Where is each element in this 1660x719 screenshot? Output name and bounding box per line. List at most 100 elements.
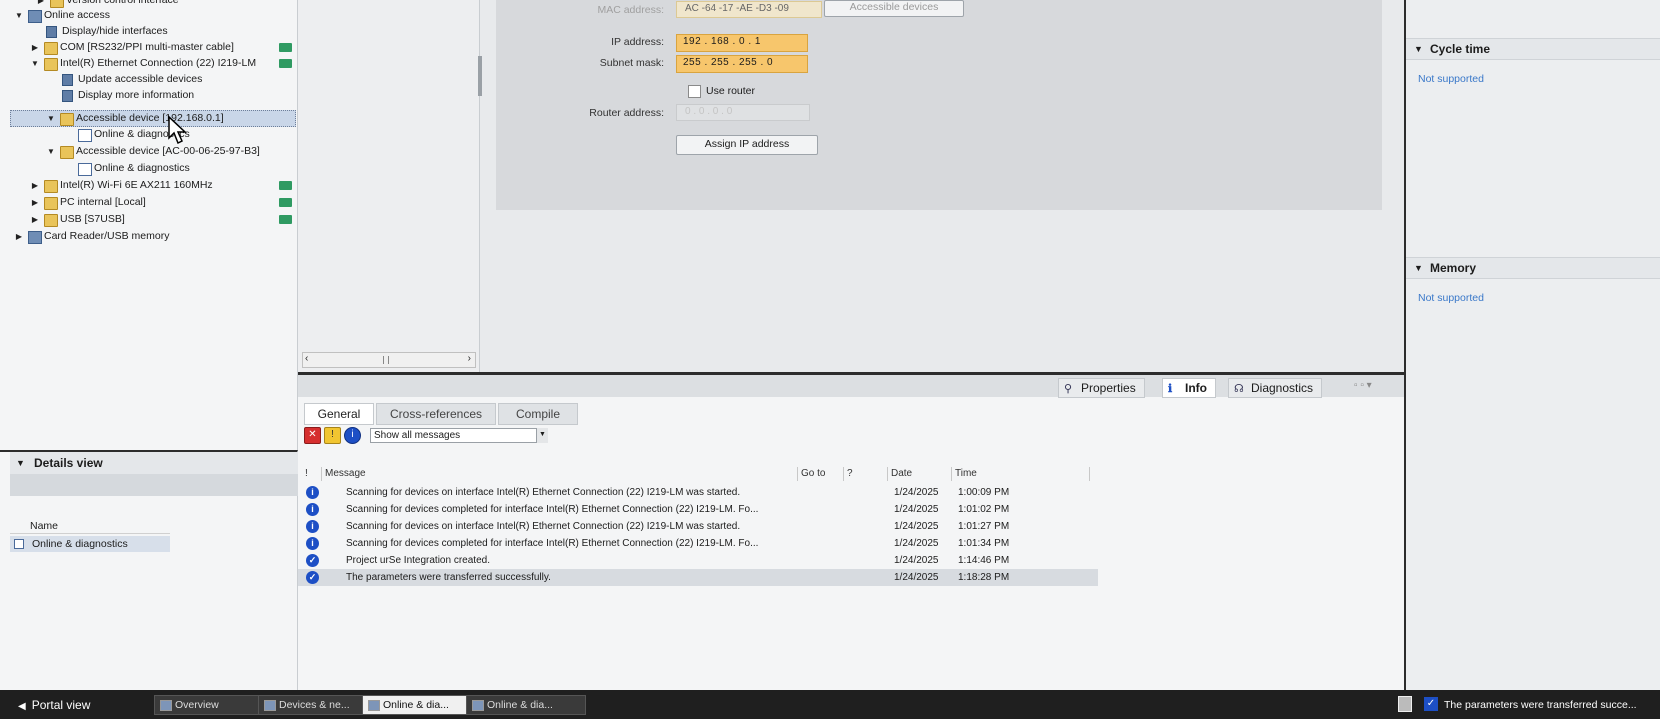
collapse-arrow-icon[interactable]: ▼: [1414, 258, 1423, 278]
use-router-checkbox[interactable]: [688, 85, 701, 98]
scroll-right-icon[interactable]: ›: [468, 353, 471, 364]
tab-properties[interactable]: ⚲ Properties: [1058, 378, 1145, 398]
network-status-icon: [279, 215, 292, 224]
tree-item-label: Online access: [44, 9, 110, 21]
memory-header[interactable]: ▼ Memory: [1406, 257, 1660, 279]
expand-arrow-icon[interactable]: ▶: [30, 211, 40, 228]
info-filter-icon[interactable]: i: [344, 427, 361, 444]
scroll-left-icon[interactable]: ‹: [305, 353, 308, 364]
message-time: 1:01:27 PM: [958, 521, 1010, 532]
overview-icon: [160, 700, 172, 711]
tree-item-wifi-interface[interactable]: ▶ Intel(R) Wi-Fi 6E AX211 160MHz: [30, 177, 296, 194]
taskbar-tab-overview[interactable]: Overview: [154, 695, 274, 715]
router-address-label: Router address:: [589, 107, 664, 119]
column-time[interactable]: Time: [952, 467, 1090, 481]
tab-label: Info: [1185, 381, 1207, 395]
collapse-arrow-icon[interactable]: ▼: [16, 452, 25, 474]
tree-item-online-access[interactable]: ▼ Online access: [14, 7, 294, 24]
diagnostics-icon: [78, 129, 92, 142]
splitter-handle[interactable]: [478, 56, 482, 96]
message-text: Scanning for devices on interface Intel(…: [346, 521, 741, 532]
tree-item-label: USB [S7USB]: [60, 213, 125, 225]
taskbar-tab-label: Online & dia...: [383, 699, 449, 711]
info-icon: i: [306, 537, 319, 550]
message-date: 1/24/2025: [894, 487, 939, 498]
document-icon[interactable]: [1398, 696, 1412, 712]
diagnostics-icon: [14, 539, 24, 549]
tab-info[interactable]: ℹ Info: [1162, 378, 1216, 398]
collapse-arrow-icon[interactable]: ▼: [46, 110, 56, 127]
subnet-mask-label: Subnet mask:: [599, 57, 664, 69]
chevron-down-icon[interactable]: ▼: [536, 428, 548, 443]
taskbar-tab-online-diagnostics-2[interactable]: Online & dia...: [466, 695, 586, 715]
assign-ip-address-button[interactable]: Assign IP address: [676, 135, 818, 155]
message-time: 1:14:46 PM: [958, 555, 1010, 566]
tab-diagnostics[interactable]: ☊ Diagnostics: [1228, 378, 1323, 398]
details-view: ▼ Details view Name Online & diagnostics: [0, 450, 298, 690]
network-status-icon: [279, 43, 292, 52]
devices-icon: [264, 700, 276, 711]
window-controls-icon[interactable]: ▫ ▫ ▾: [1354, 380, 1372, 391]
info-devices-icon: [62, 90, 73, 102]
checkmark-icon: ✓: [306, 571, 319, 584]
column-status[interactable]: !: [302, 467, 322, 481]
message-row[interactable]: ✓ Project urSe Integration created. 1/24…: [298, 552, 1098, 569]
details-view-title: Details view: [34, 456, 103, 470]
status-message[interactable]: The parameters were transferred succe...: [1444, 696, 1637, 714]
tree-item-display-more-information[interactable]: Display more information: [62, 87, 282, 104]
taskbar-tab-online-diagnostics-1[interactable]: Online & dia...: [362, 695, 482, 715]
tree-item-pc-internal[interactable]: ▶ PC internal [Local]: [30, 194, 296, 211]
details-column-name[interactable]: Name: [10, 518, 170, 534]
tree-item-accessible-device-2[interactable]: ▼ Accessible device [AC-00-06-25-97-B3]: [46, 143, 286, 160]
scroll-thumb[interactable]: [383, 356, 389, 364]
column-date[interactable]: Date: [888, 467, 952, 481]
column-goto[interactable]: Go to: [798, 467, 844, 481]
tree-item-com-interface[interactable]: ▶ COM [RS232/PPI multi-master cable]: [30, 39, 296, 56]
details-view-header[interactable]: ▼ Details view: [10, 452, 298, 474]
details-row-label: Online & diagnostics: [32, 538, 128, 550]
message-date: 1/24/2025: [894, 538, 939, 549]
message-filter-select[interactable]: Show all messages: [370, 428, 548, 443]
tree-item-label: PC internal [Local]: [60, 196, 146, 208]
accessible-devices-button[interactable]: Accessible devices: [824, 0, 964, 17]
tree-item-card-reader[interactable]: ▶ Card Reader/USB memory: [14, 228, 294, 245]
expand-arrow-icon[interactable]: ▶: [30, 39, 40, 56]
collapse-arrow-icon[interactable]: ▼: [46, 143, 56, 160]
horizontal-scrollbar[interactable]: ‹ ›: [302, 352, 476, 368]
collapse-arrow-icon[interactable]: ▼: [1414, 39, 1423, 59]
collapse-arrow-icon[interactable]: ▼: [14, 7, 24, 24]
expand-arrow-icon[interactable]: ▶: [30, 177, 40, 194]
message-row[interactable]: ✓ The parameters were transferred succes…: [298, 569, 1098, 586]
tree-item-usb[interactable]: ▶ USB [S7USB]: [30, 211, 296, 228]
warning-filter-icon[interactable]: !: [324, 427, 341, 444]
expand-arrow-icon[interactable]: ▶: [14, 228, 24, 245]
tree-item-ethernet-interface[interactable]: ▼ Intel(R) Ethernet Connection (22) I219…: [30, 55, 296, 72]
network-status-icon: [279, 181, 292, 190]
subtab-general[interactable]: General: [304, 403, 374, 425]
cycle-time-title: Cycle time: [1430, 42, 1491, 56]
expand-arrow-icon[interactable]: ▶: [30, 194, 40, 211]
portal-view-button[interactable]: ◀ Portal view: [18, 696, 90, 714]
taskbar-tab-devices[interactable]: Devices & ne...: [258, 695, 378, 715]
tree-item-accessible-device-1[interactable]: ▼ Accessible device [192.168.0.1]: [46, 110, 286, 127]
tree-item-update-accessible-devices[interactable]: Update accessible devices: [62, 71, 282, 88]
folder-icon: [60, 113, 74, 126]
column-message[interactable]: Message: [322, 467, 798, 481]
tree-item-online-diagnostics-2[interactable]: Online & diagnostics: [78, 160, 278, 177]
cycle-time-header[interactable]: ▼ Cycle time: [1406, 38, 1660, 60]
subnet-mask-input[interactable]: 255 . 255 . 255 . 0: [676, 55, 808, 73]
collapse-arrow-icon[interactable]: ▼: [30, 55, 40, 72]
subtab-compile[interactable]: Compile: [498, 403, 578, 425]
message-row[interactable]: i Scanning for devices completed for int…: [298, 501, 1098, 518]
subtab-cross-references[interactable]: Cross-references: [376, 403, 496, 425]
message-row[interactable]: i Scanning for devices on interface Inte…: [298, 518, 1098, 535]
details-row[interactable]: Online & diagnostics: [10, 536, 170, 552]
column-help[interactable]: ?: [844, 467, 888, 481]
tree-item-display-hide-interfaces[interactable]: Display/hide interfaces: [46, 23, 286, 40]
message-row[interactable]: i Scanning for devices completed for int…: [298, 535, 1098, 552]
editor-left-pane: [298, 0, 480, 372]
message-row[interactable]: i Scanning for devices on interface Inte…: [298, 484, 1098, 501]
error-filter-icon[interactable]: ✕: [304, 427, 321, 444]
ip-address-input[interactable]: 192 . 168 . 0 . 1: [676, 34, 808, 52]
folder-icon: [44, 42, 58, 55]
